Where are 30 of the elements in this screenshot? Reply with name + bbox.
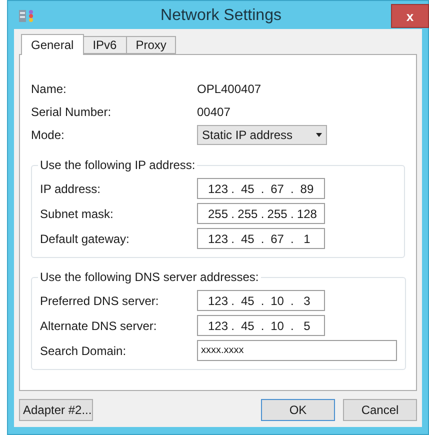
ip-address-field[interactable]: 123 . 45 . 10 . 5 xyxy=(197,315,325,336)
ip-address-field[interactable]: 123 . 45 . 67 . 1 xyxy=(197,228,325,249)
group-title: Use the following IP address: xyxy=(39,158,196,172)
adapter-button[interactable]: Adapter #2... xyxy=(19,399,93,421)
field-label: Mode: xyxy=(31,128,66,142)
ok-button[interactable]: OK xyxy=(261,399,335,421)
app-icon xyxy=(19,9,35,23)
field-label: Default gateway: xyxy=(40,232,130,246)
group-title: Use the following DNS server addresses: xyxy=(39,270,260,284)
field-label: Alternate DNS server: xyxy=(40,318,158,332)
ip-address-field[interactable]: 255 . 255 . 255 . 128 xyxy=(197,203,325,224)
mode-dropdown[interactable]: Static IP address xyxy=(197,124,327,144)
ip-address-field[interactable]: 123 . 45 . 67 . 89 xyxy=(197,178,325,199)
tab[interactable]: General xyxy=(21,34,84,55)
field-value: 00407 xyxy=(197,104,232,118)
cancel-button[interactable]: Cancel xyxy=(343,399,417,421)
field-label: Serial Number: xyxy=(31,104,112,118)
input-field[interactable]: xxxx.xxxx xyxy=(197,340,397,361)
close-button[interactable]: x xyxy=(391,4,429,28)
field-label: Name: xyxy=(31,82,68,96)
field-label: Subnet mask: xyxy=(40,206,114,220)
tab[interactable]: Proxy xyxy=(126,36,176,54)
field-value: OPL400407 xyxy=(197,82,262,96)
ip-address-field[interactable]: 123 . 45 . 10 . 3 xyxy=(197,290,325,311)
field-label: IP address: xyxy=(40,182,102,196)
tab[interactable]: IPv6 xyxy=(82,36,127,54)
field-label: Search Domain: xyxy=(40,344,128,358)
caret-icon xyxy=(316,132,322,136)
window-title: Network Settings xyxy=(160,7,282,25)
field-label: Preferred DNS server: xyxy=(40,294,160,308)
